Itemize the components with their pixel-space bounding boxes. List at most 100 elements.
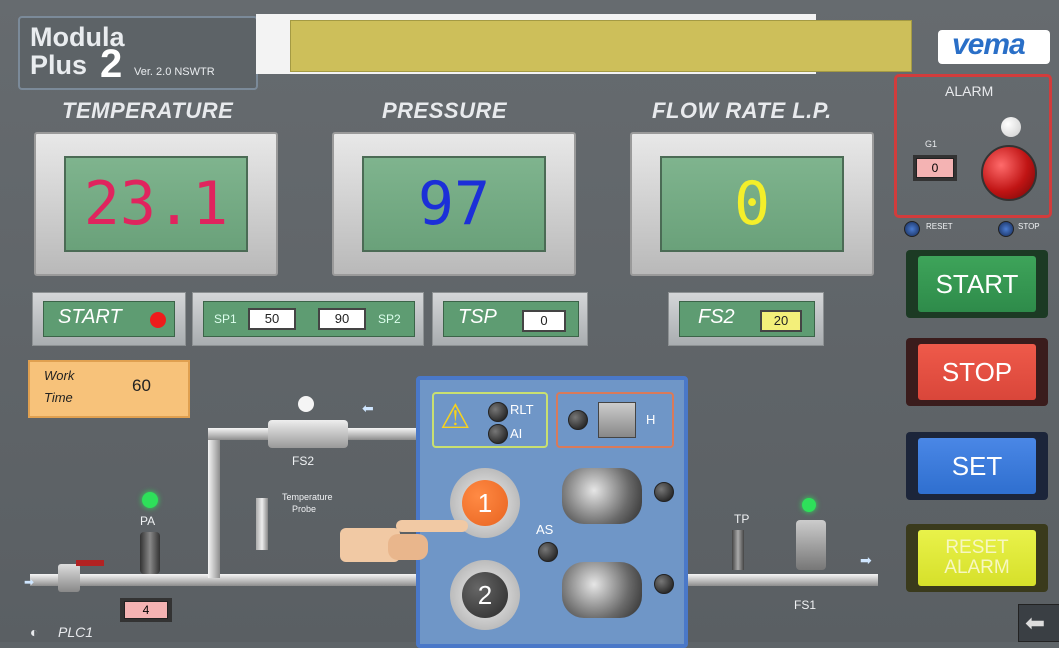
fs2-group: FS2 20 — [668, 292, 824, 346]
rlt-label: RLT — [510, 402, 534, 417]
pa-label: PA — [140, 514, 156, 528]
pointing-hand-icon — [340, 518, 470, 562]
start-button-label: START — [935, 268, 1019, 299]
warning-icon: ⚠ — [440, 398, 471, 436]
sp2-field[interactable]: 90 — [318, 308, 366, 330]
flow-switch-fs2-icon — [268, 420, 348, 448]
alarm-panel: ALARM G1 0 — [894, 74, 1052, 218]
pa-field-frame: 4 — [120, 598, 172, 622]
stop-button-label: STOP — [941, 356, 1013, 387]
g1-field[interactable]: 0 — [916, 158, 954, 178]
pump2-motor-icon — [562, 562, 642, 618]
flow-rate-meter-frame: 0 — [630, 132, 874, 276]
tsp-field[interactable]: 0 — [522, 310, 566, 332]
sp1-label: SP1 — [214, 312, 237, 326]
work-time-label-line1: Work — [44, 368, 75, 383]
work-time-label-line2: Time — [44, 390, 73, 405]
inlet-valve-icon[interactable] — [58, 564, 80, 592]
setpoint-panel: SP1 50 90 SP2 — [203, 301, 415, 337]
setpoint-group: SP1 50 90 SP2 — [192, 292, 424, 346]
heater-indicator — [568, 410, 588, 430]
reset-alarm-button-face: RESET ALARM — [918, 530, 1036, 586]
ai-indicator — [488, 424, 508, 444]
pump2-indicator: 2 — [462, 572, 508, 618]
pa-field[interactable]: 4 — [124, 601, 168, 619]
as-indicator — [538, 542, 558, 562]
tsp-label: TSP — [458, 306, 497, 328]
reset-knob-label: RESET — [926, 222, 953, 231]
message-bar — [290, 20, 912, 72]
temperature-display: 23.1 — [64, 156, 248, 252]
tsp-panel: TSP 0 — [443, 301, 579, 337]
pump2-status-indicator — [654, 574, 674, 594]
pump2-button[interactable]: 2 — [450, 560, 520, 630]
start-button[interactable]: START — [906, 250, 1048, 318]
work-time-box: Work Time 60 — [28, 360, 190, 418]
fs2-panel: FS2 20 — [679, 301, 815, 337]
stop-button[interactable]: STOP — [906, 338, 1048, 406]
fs2-field[interactable]: 20 — [760, 310, 802, 332]
temperature-probe-label-line1: Temperature — [282, 492, 333, 502]
reset-knob-icon[interactable] — [904, 221, 920, 237]
pressure-switch-icon — [140, 532, 160, 574]
alarm-title: ALARM — [945, 83, 994, 99]
tp-label: TP — [734, 512, 750, 526]
temperature-probe-icon — [256, 498, 268, 550]
plc-label: PLC1 — [58, 624, 94, 640]
inlet-arrow-icon: ➡ — [24, 575, 35, 589]
fs2-status-led — [298, 396, 314, 412]
pressure-meter-frame: 97 — [332, 132, 576, 276]
outlet-pipe — [682, 574, 878, 586]
fs1-status-led — [802, 498, 816, 512]
app-name-line2: Plus — [30, 50, 88, 80]
pump1-motor-icon — [562, 468, 642, 524]
stop-button-face: STOP — [918, 344, 1036, 400]
g1-field-frame: 0 — [913, 155, 957, 181]
plc-icon: ◐ — [30, 624, 39, 640]
valve-handle-icon — [76, 560, 104, 566]
heater-label: H — [646, 412, 656, 427]
fs1-label: FS1 — [794, 598, 817, 612]
reset-alarm-button[interactable]: RESET ALARM — [906, 524, 1048, 592]
pressure-display: 97 — [362, 156, 546, 252]
fs2-setting-label: FS2 — [698, 306, 735, 328]
temperature-label: TEMPERATURE — [62, 98, 234, 123]
back-button[interactable]: ⬅ — [1018, 604, 1059, 642]
start-button-face: START — [918, 256, 1036, 312]
g1-label: G1 — [925, 139, 938, 149]
start-indicator-group: START — [32, 292, 186, 346]
alarm-bell-icon — [981, 145, 1037, 201]
pump-unit-panel: ⚠ RLT AI H 1 2 AS — [416, 376, 688, 648]
alarm-status-led — [1001, 117, 1021, 137]
brand-name: vema — [952, 28, 1026, 61]
temperature-probe-label-line2: Probe — [292, 504, 317, 514]
as-label: AS — [536, 522, 554, 537]
start-indicator-label: START — [58, 306, 122, 328]
stop-knob-label: STOP — [1018, 222, 1040, 231]
return-arrow-icon: ⬅ — [362, 400, 374, 416]
start-status-led — [150, 312, 166, 328]
set-button[interactable]: SET — [906, 432, 1048, 500]
thermostat-icon — [598, 402, 636, 438]
app-version: Ver. 2.0 NSWTR — [134, 66, 215, 78]
heater-group: H — [556, 392, 674, 448]
rlt-ai-group: ⚠ RLT AI — [432, 392, 548, 448]
inlet-pipe — [30, 574, 420, 586]
stop-knob-icon[interactable] — [998, 221, 1014, 237]
start-indicator[interactable]: START — [43, 301, 175, 337]
outlet-arrow-icon: ➡ — [860, 552, 872, 568]
sp1-field[interactable]: 50 — [248, 308, 296, 330]
reset-alarm-button-label-line1: RESET — [945, 537, 1009, 558]
flow-rate-display: 0 — [660, 156, 844, 252]
reset-alarm-button-label-line2: ALARM — [944, 557, 1010, 578]
fs2-label: FS2 — [292, 454, 315, 468]
app-version-number: 2 — [100, 42, 123, 86]
pressure-transducer-icon — [732, 530, 744, 570]
return-pipe-vertical — [208, 428, 220, 578]
pressure-label: PRESSURE — [382, 98, 508, 123]
temperature-meter-frame: 23.1 — [34, 132, 278, 276]
tsp-group: TSP 0 — [432, 292, 588, 346]
flow-rate-label: FLOW RATE L.P. — [652, 98, 832, 123]
pump1-status-indicator — [654, 482, 674, 502]
pa-status-led — [142, 492, 158, 508]
